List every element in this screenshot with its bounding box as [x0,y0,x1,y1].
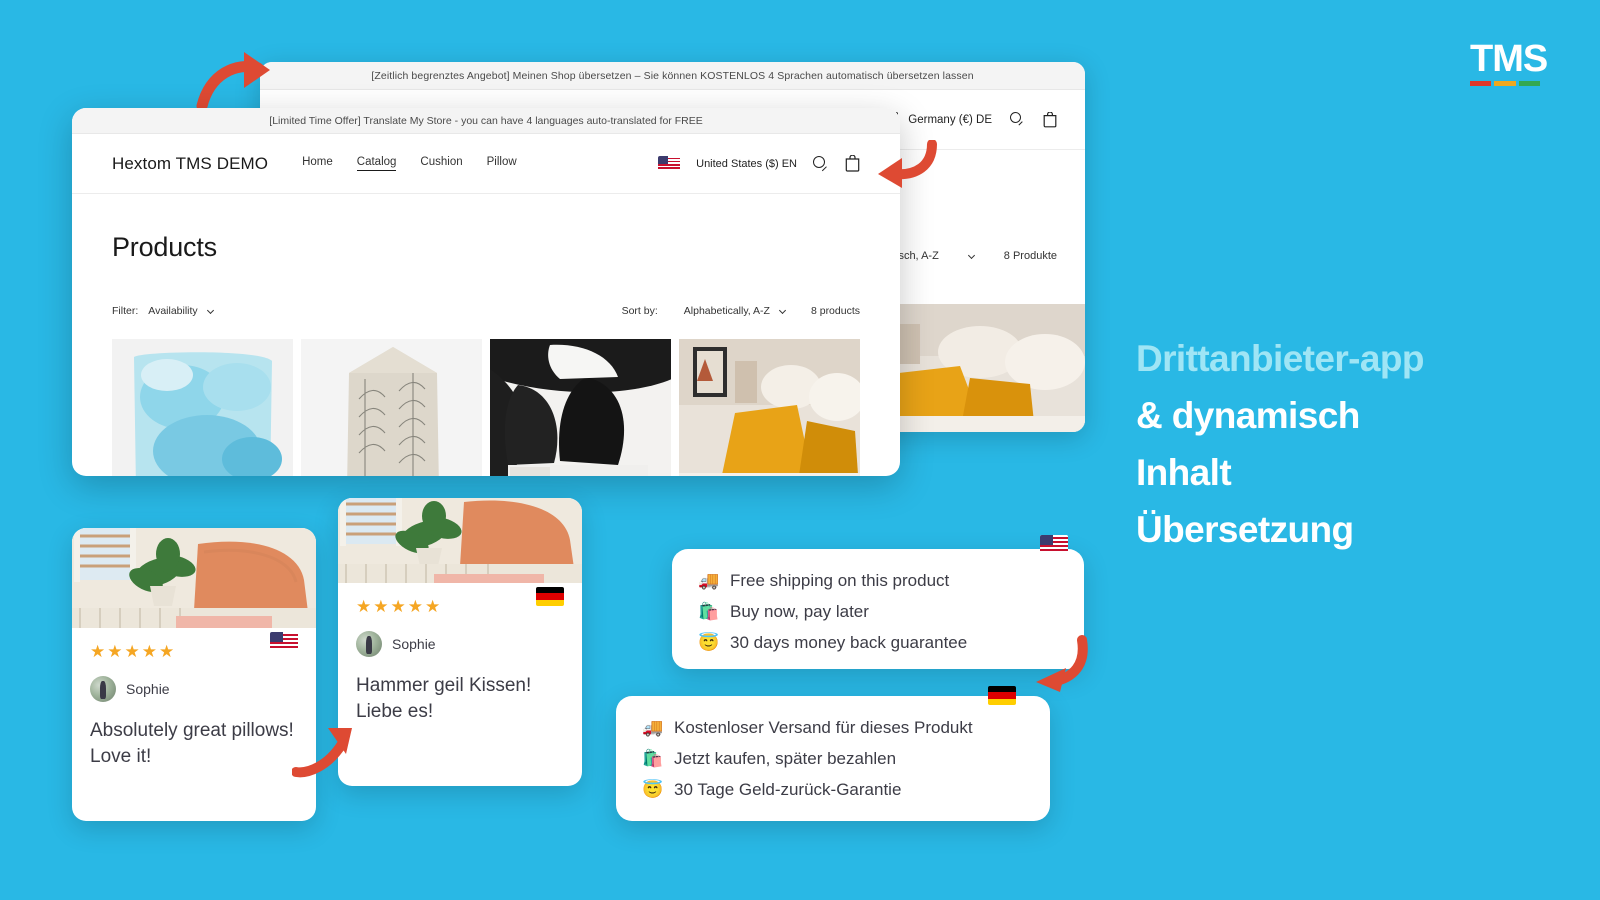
arrow-to-de-review [291,722,358,783]
tms-bar-red [1470,81,1492,86]
sort-label: Sort by: [621,305,658,317]
search-icon[interactable] [1010,112,1025,127]
review-card-german: ★★★★★ Sophie Hammer geil Kissen! Liebe e… [338,498,582,786]
us-flag-icon [270,632,298,651]
benefit-text: Free shipping on this product [730,571,950,590]
nav-item-cushion[interactable]: Cushion [420,156,462,171]
review-card-english: ★★★★★ Sophie Absolutely great pillows! L… [72,528,316,821]
shopping-bags-icon: 🛍️ [698,602,720,621]
product-grid [72,317,900,476]
tms-bar-green [1518,81,1540,86]
review-text: Absolutely great pillows! Love it! [90,720,294,767]
page-title: Products [112,232,217,262]
shopping-bags-icon: 🛍️ [642,749,664,768]
reviewer-row: Sophie [90,632,298,702]
de-flag-icon [536,587,564,606]
review-text: Hammer geil Kissen! Liebe es! [356,675,532,722]
chevron-down-icon[interactable] [778,306,787,314]
benefits-card-german: 🚚 Kostenloser Versand für dieses Produkt… [616,686,1050,821]
reviewer-name: Sophie [126,681,170,697]
tms-logo-text: TMS [1470,38,1548,80]
store-brand-name[interactable]: Hextom TMS DEMO [112,154,268,174]
review-photo [338,498,582,583]
product-count-de: 8 Produkte [1003,250,1057,262]
rating-stars: ★★★★★ [356,597,443,616]
search-icon[interactable] [813,155,829,172]
arrow-to-de-locale [876,139,938,197]
avatar [90,676,116,702]
headline-line-3: Inhalt [1136,452,1232,493]
de-flag-icon [988,686,1016,705]
product-count-en: 8 products [810,305,860,317]
angel-face-icon: 😇 [698,633,720,652]
cart-icon[interactable] [845,154,860,172]
chevron-down-icon[interactable] [967,251,975,259]
promo-banner-de: [Zeitlich begrenztes Angebot] Meinen Sho… [260,62,1085,90]
nav-item-catalog[interactable]: Catalog [356,156,397,171]
product-card[interactable] [490,339,671,476]
benefit-text: Jetzt kaufen, später bezahlen [674,749,897,768]
nav-item-pillow[interactable]: Pillow [487,156,517,171]
avatar [356,631,382,657]
benefit-item: 🛍️ Buy now, pay later [698,596,1058,627]
headline-line-2: & dynamisch [1136,395,1360,436]
store-nav: Home Catalog Cushion Pillow [302,156,517,171]
filter-label: Filter: [112,305,139,317]
arrow-to-de-benefits [1026,634,1088,701]
tms-logo: TMS [1470,38,1548,86]
headline: Drittanbieter-app & dynamisch Inhalt Übe… [1136,330,1566,558]
sort-value-en[interactable]: Alphabetically, A-Z [684,305,770,317]
truck-icon: 🚚 [698,571,720,590]
benefit-item: 😇 30 Tage Geld-zurück-Garantie [642,774,1024,805]
promo-banner-en: [Limited Time Offer] Translate My Store … [72,108,900,134]
review-body: ★★★★★ Sophie Absolutely great pillows! L… [72,628,316,770]
product-card[interactable] [301,339,482,476]
chevron-down-icon[interactable] [206,306,214,314]
review-body: ★★★★★ Sophie Hammer geil Kissen! Liebe e… [338,583,582,725]
filter-availability[interactable]: Availability [148,305,197,317]
benefit-text: Buy now, pay later [730,602,869,621]
tms-logo-bars [1470,81,1540,86]
arrow-to-de-window [196,50,276,115]
us-flag-icon [1040,535,1068,554]
benefit-item: 🚚 Free shipping on this product [698,565,1058,596]
benefit-item: 🛍️ Jetzt kaufen, später bezahlen [642,743,1024,774]
tms-bar-orange [1494,81,1516,86]
benefit-text: 30 days money back guarantee [730,633,968,652]
headline-line-4: Übersetzung [1136,509,1354,550]
angel-face-icon: 😇 [642,780,664,799]
review-photo [72,528,316,628]
headline-line-1: Drittanbieter-app [1136,338,1424,379]
product-card[interactable] [112,339,293,476]
collection-toolbar: Filter: Availability Sort by: Alphabetic… [72,263,900,317]
store-header-actions: United States ($) EN [658,154,860,172]
benefit-text: 30 Tage Geld-zurück-Garantie [674,780,902,799]
store-header-en: Hextom TMS DEMO Home Catalog Cushion Pil… [72,134,900,194]
reviewer-name: Sophie [392,636,436,652]
cart-icon[interactable] [1043,110,1057,128]
locale-selector-en[interactable]: United States ($) EN [696,158,797,170]
truck-icon: 🚚 [642,718,664,737]
product-card[interactable] [679,339,860,476]
benefit-text: Kostenloser Versand für dieses Produkt [674,718,973,737]
reviewer-row: Sophie [356,587,564,657]
benefit-item: 😇 30 days money back guarantee [698,627,1058,658]
locale-selector-de[interactable]: Germany (€) DE [908,114,992,126]
benefits-card-english: 🚚 Free shipping on this product 🛍️ Buy n… [672,535,1084,669]
us-flag-icon [658,156,681,171]
nav-item-home[interactable]: Home [302,156,333,171]
rating-stars: ★★★★★ [90,642,177,661]
store-window-english: [Limited Time Offer] Translate My Store … [72,108,900,476]
benefit-item: 🚚 Kostenloser Versand für dieses Produkt [642,712,1024,743]
